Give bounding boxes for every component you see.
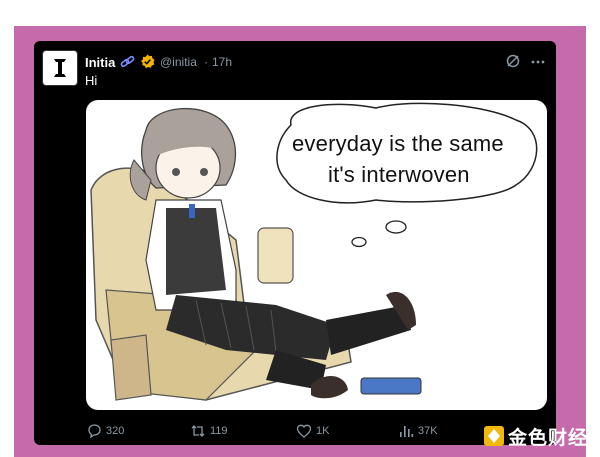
author-handle[interactable]: @initia [160, 55, 197, 69]
initia-logo-icon[interactable] [42, 50, 78, 86]
reply-count: 320 [106, 425, 125, 437]
views-button[interactable]: 37K [398, 423, 438, 439]
more-icon[interactable] [530, 54, 546, 70]
speech-bubble-line-1: everyday is the same [292, 131, 504, 156]
speech-bubble-line-2: it's interwoven [328, 162, 470, 187]
like-button[interactable]: 1K [296, 423, 329, 439]
reply-icon [88, 424, 101, 439]
chain-icon [120, 55, 135, 68]
repost-count: 119 [210, 425, 228, 437]
tweet-timestamp[interactable]: 17h [212, 55, 232, 69]
jinse-logo-icon [484, 426, 504, 446]
watermark-text: 金色财经 [508, 427, 589, 449]
views-count: 37K [418, 425, 438, 437]
views-icon [400, 426, 414, 437]
grok-icon[interactable] [505, 53, 521, 69]
reply-button[interactable]: 320 [86, 423, 124, 439]
like-icon [296, 424, 312, 438]
watermark: 金色财经 [484, 421, 592, 451]
separator-dot: · [204, 55, 208, 69]
tweet-text: Hi [85, 73, 98, 88]
repost-icon [191, 425, 205, 437]
repost-button[interactable]: 119 [190, 423, 228, 439]
author-name[interactable]: Initia [85, 55, 115, 70]
verified-icon [140, 54, 155, 69]
like-count: 1K [316, 425, 330, 437]
